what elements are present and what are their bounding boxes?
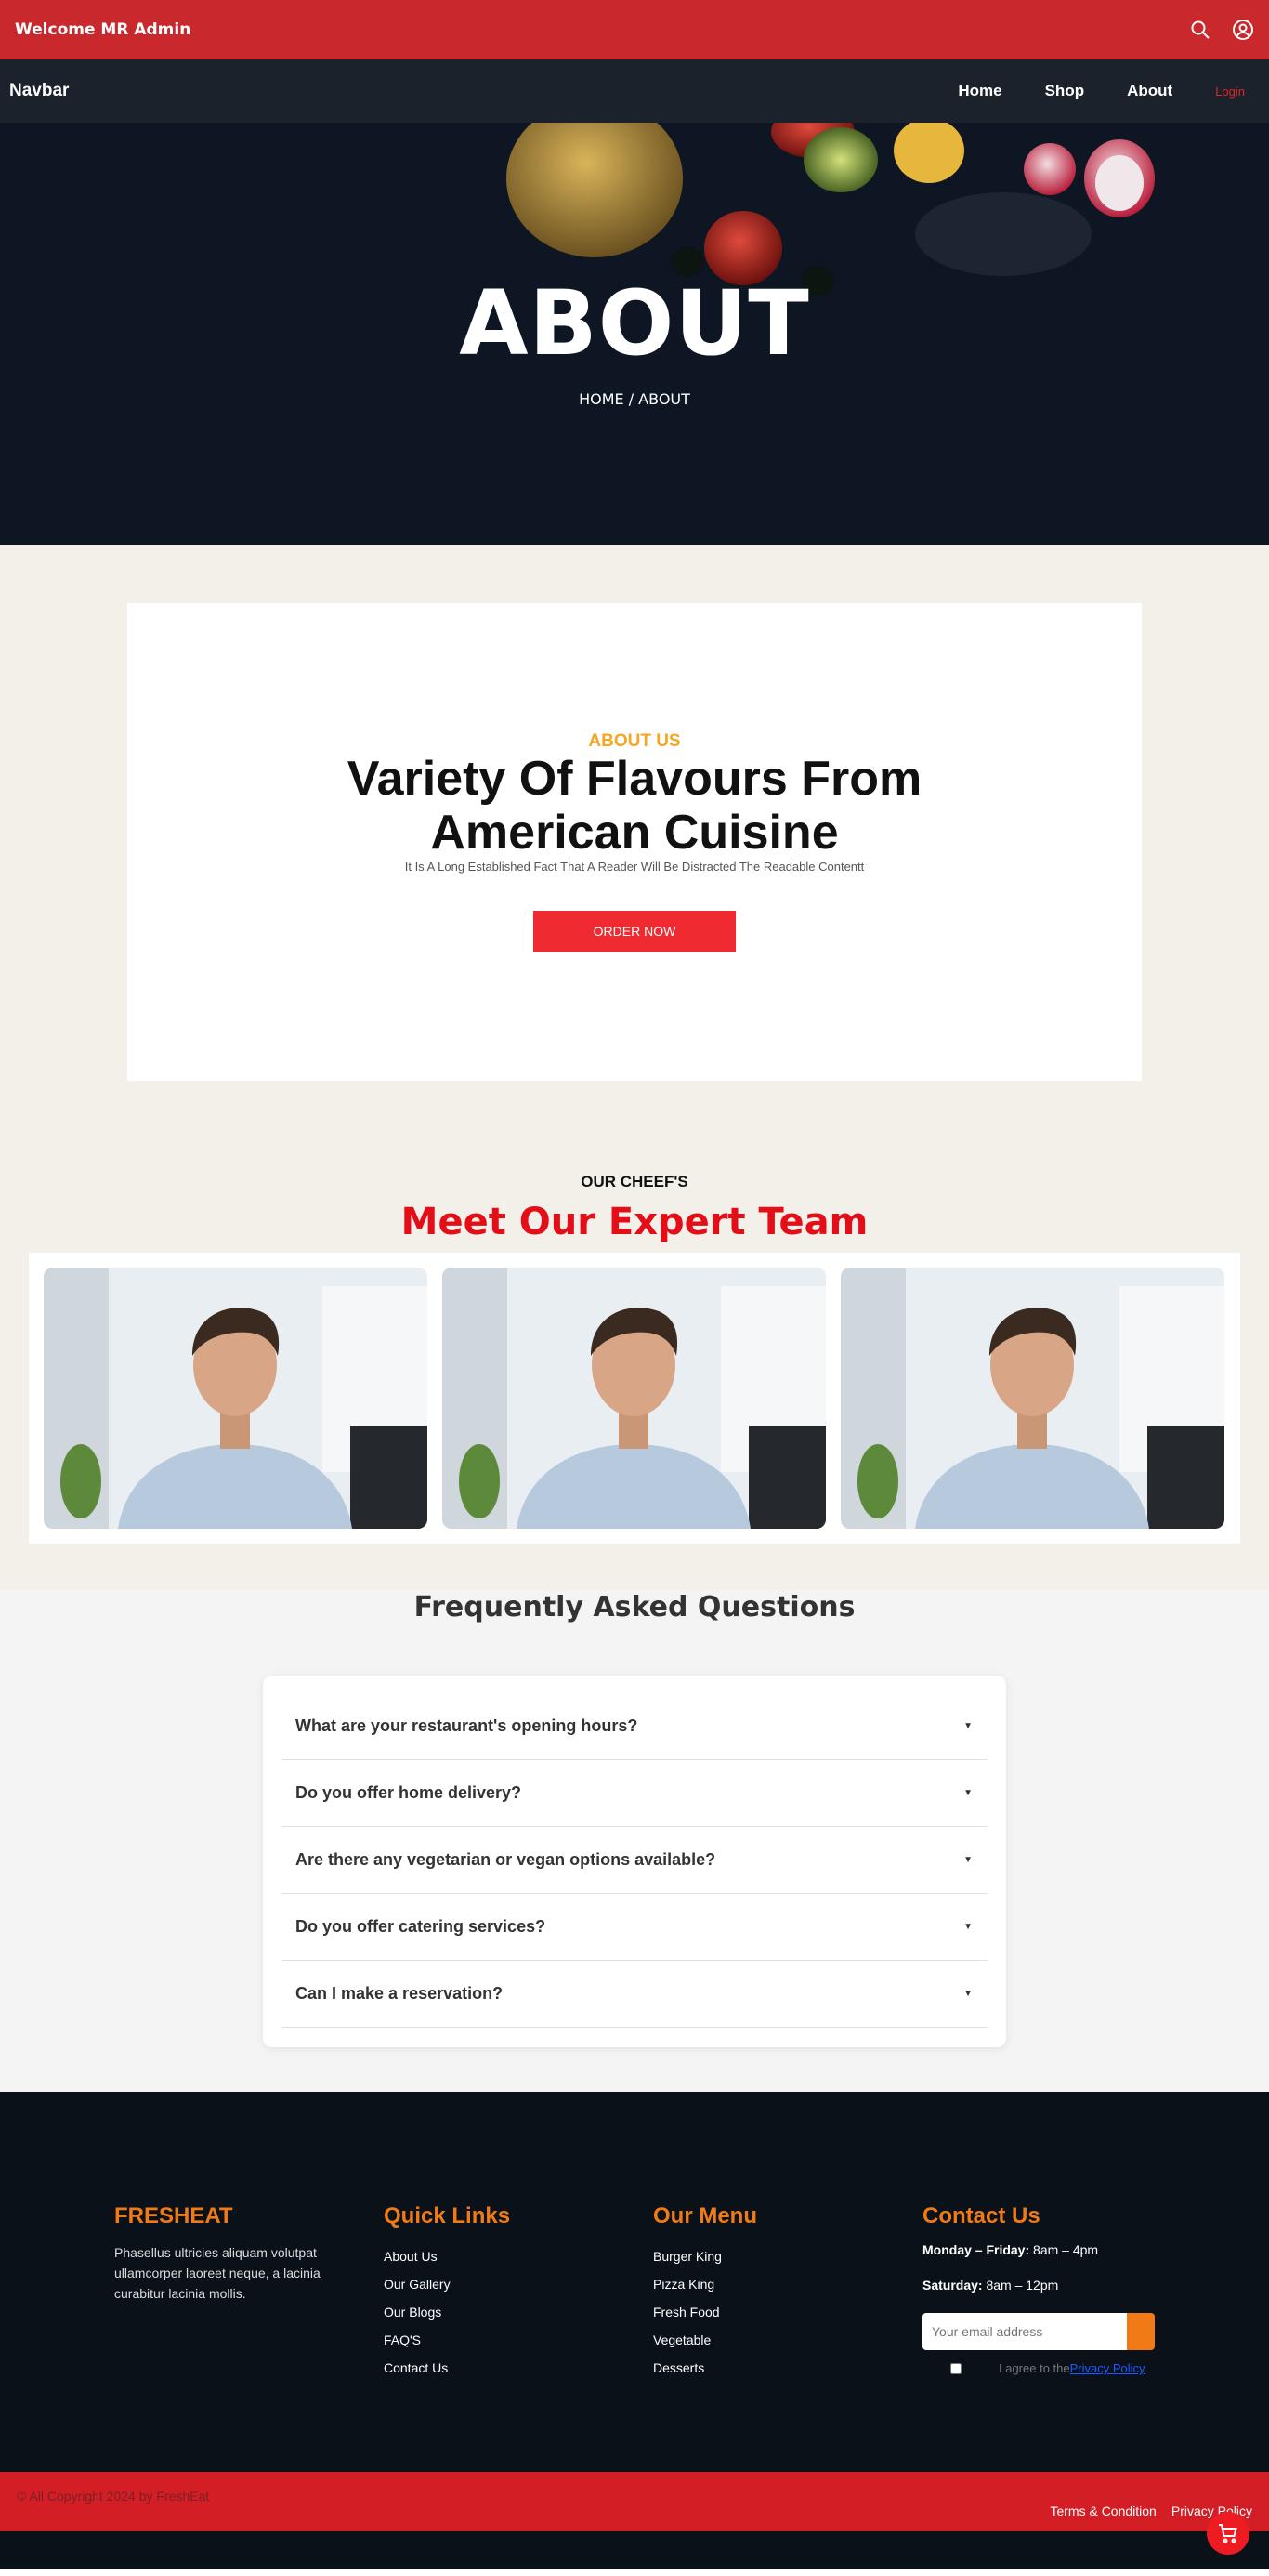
footer-link-gallery[interactable]: Our Gallery (384, 2270, 569, 2298)
privacy-policy-link[interactable]: Privacy Policy (1070, 2361, 1145, 2375)
caret-down-icon: ▼ (963, 1788, 973, 1798)
caret-down-icon: ▼ (963, 1855, 973, 1865)
footer-brand-text: Phasellus ultricies aliquam volutpat ull… (114, 2245, 321, 2301)
menu-item-desserts[interactable]: Desserts (653, 2354, 839, 2382)
faq-title: Frequently Asked Questions (413, 1591, 856, 1623)
faq-question: What are your restaurant's opening hours… (295, 1716, 638, 1735)
about-eyebrow: ABOUT US (588, 731, 681, 751)
hero-title: ABOUT (459, 271, 810, 375)
team-member-photo (442, 1268, 826, 1529)
order-now-button[interactable]: ORDER NOW (533, 911, 736, 952)
faq-question: Are there any vegetarian or vegan option… (295, 1850, 716, 1869)
welcome-text: Welcome MR Admin (15, 20, 191, 39)
breadcrumb: HOME / ABOUT (579, 390, 690, 408)
caret-down-icon: ▼ (963, 1989, 973, 1999)
footer-link-about-us[interactable]: About Us (384, 2242, 569, 2270)
saturday-hours: Saturday: 8am – 12pm (922, 2278, 1059, 2293)
faq-item[interactable]: Are there any vegetarian or vegan option… (281, 1827, 988, 1894)
footer-contact: Contact Us Monday – Friday: 8am – 4pm Sa… (922, 2203, 1201, 2375)
faq-question: Can I make a reservation? (295, 1984, 504, 2003)
footer-link-contact[interactable]: Contact Us (384, 2354, 569, 2382)
weekday-hours: Monday – Friday: 8am – 4pm (922, 2242, 1099, 2257)
hero-banner: ABOUT HOME / ABOUT (0, 123, 1269, 545)
navbar: Navbar Home Shop About Login (0, 59, 1269, 123)
faq-item[interactable]: Do you offer home delivery? ▼ (281, 1760, 988, 1827)
about-card: ABOUT US Variety Of Flavours From Americ… (127, 603, 1142, 1081)
contact-title: Contact Us (922, 2203, 1040, 2228)
team-members (29, 1253, 1240, 1544)
cart-icon (1219, 2524, 1237, 2543)
top-bar-icons (1189, 19, 1254, 41)
footer-brand-column: FRESHEAT Phasellus ultricies aliquam vol… (114, 2203, 347, 2304)
quick-links-title: Quick Links (384, 2203, 511, 2228)
chef-portrait-image (44, 1268, 427, 1529)
top-bar: Welcome MR Admin (0, 0, 1269, 59)
user-circle-icon[interactable] (1232, 19, 1254, 41)
menu-item-pizza-king[interactable]: Pizza King (653, 2270, 839, 2298)
cart-button[interactable] (1207, 2512, 1249, 2555)
faq-question: Do you offer catering services? (295, 1917, 546, 1936)
team-title: Meet Our Expert Team (400, 1201, 869, 1243)
newsletter-form (922, 2313, 1155, 2350)
footer-link-faqs[interactable]: FAQ'S (384, 2326, 569, 2354)
bottom-bar: © All Copyright 2024 by FreshEat Terms &… (0, 2472, 1269, 2531)
caret-down-icon: ▼ (963, 1922, 973, 1932)
team-member-photo (44, 1268, 427, 1529)
email-input[interactable] (922, 2313, 1127, 2350)
footer-quick-links: Quick Links About Us Our Gallery Our Blo… (384, 2203, 569, 2382)
faq-item[interactable]: Can I make a reservation? ▼ (281, 1961, 988, 2028)
menu-item-burger-king[interactable]: Burger King (653, 2242, 839, 2270)
subscribe-button[interactable] (1127, 2313, 1155, 2350)
agree-checkbox[interactable] (950, 2362, 962, 2374)
nav-links: Home Shop About Login (915, 82, 1245, 100)
footer-brand-title: FRESHEAT (114, 2203, 233, 2228)
faq-item[interactable]: What are your restaurant's opening hours… (281, 1693, 988, 1760)
team-eyebrow: OUR CHEEF'S (581, 1173, 688, 1190)
caret-down-icon: ▼ (963, 1721, 973, 1731)
about-subtext: It Is A Long Established Fact That A Rea… (404, 860, 865, 874)
chef-portrait-image (841, 1268, 1224, 1529)
about-heading: Variety Of Flavours From American Cuisin… (127, 752, 1142, 860)
faq-item[interactable]: Do you offer catering services? ▼ (281, 1894, 988, 1961)
menu-item-vegetable[interactable]: Vegetable (653, 2326, 839, 2354)
about-heading-line2: American Cuisine (430, 806, 839, 860)
footer-link-blogs[interactable]: Our Blogs (384, 2298, 569, 2326)
menu-item-fresh-food[interactable]: Fresh Food (653, 2298, 839, 2326)
nav-link-shop[interactable]: Shop (1045, 82, 1085, 100)
agree-text: I agree to the (999, 2361, 1070, 2375)
faq-card: What are your restaurant's opening hours… (263, 1676, 1006, 2047)
footer-bottom-strip (0, 2531, 1269, 2569)
terms-link[interactable]: Terms & Condition (1050, 2504, 1156, 2518)
nav-link-home[interactable]: Home (958, 82, 1001, 100)
faq-question: Do you offer home delivery? (295, 1783, 522, 1802)
login-link[interactable]: Login (1215, 85, 1245, 99)
navbar-brand[interactable]: Navbar (9, 81, 69, 101)
footer-menu: Our Menu Burger King Pizza King Fresh Fo… (653, 2203, 839, 2382)
chef-portrait-image (442, 1268, 826, 1529)
copyright-text: © All Copyright 2024 by FreshEat (17, 2489, 210, 2504)
menu-title: Our Menu (653, 2203, 757, 2228)
privacy-agreement: I agree to the Privacy Policy (922, 2361, 1201, 2375)
team-member-photo (841, 1268, 1224, 1529)
nav-link-about[interactable]: About (1127, 82, 1172, 100)
about-heading-line1: Variety Of Flavours From (347, 752, 922, 806)
search-icon[interactable] (1189, 19, 1211, 41)
